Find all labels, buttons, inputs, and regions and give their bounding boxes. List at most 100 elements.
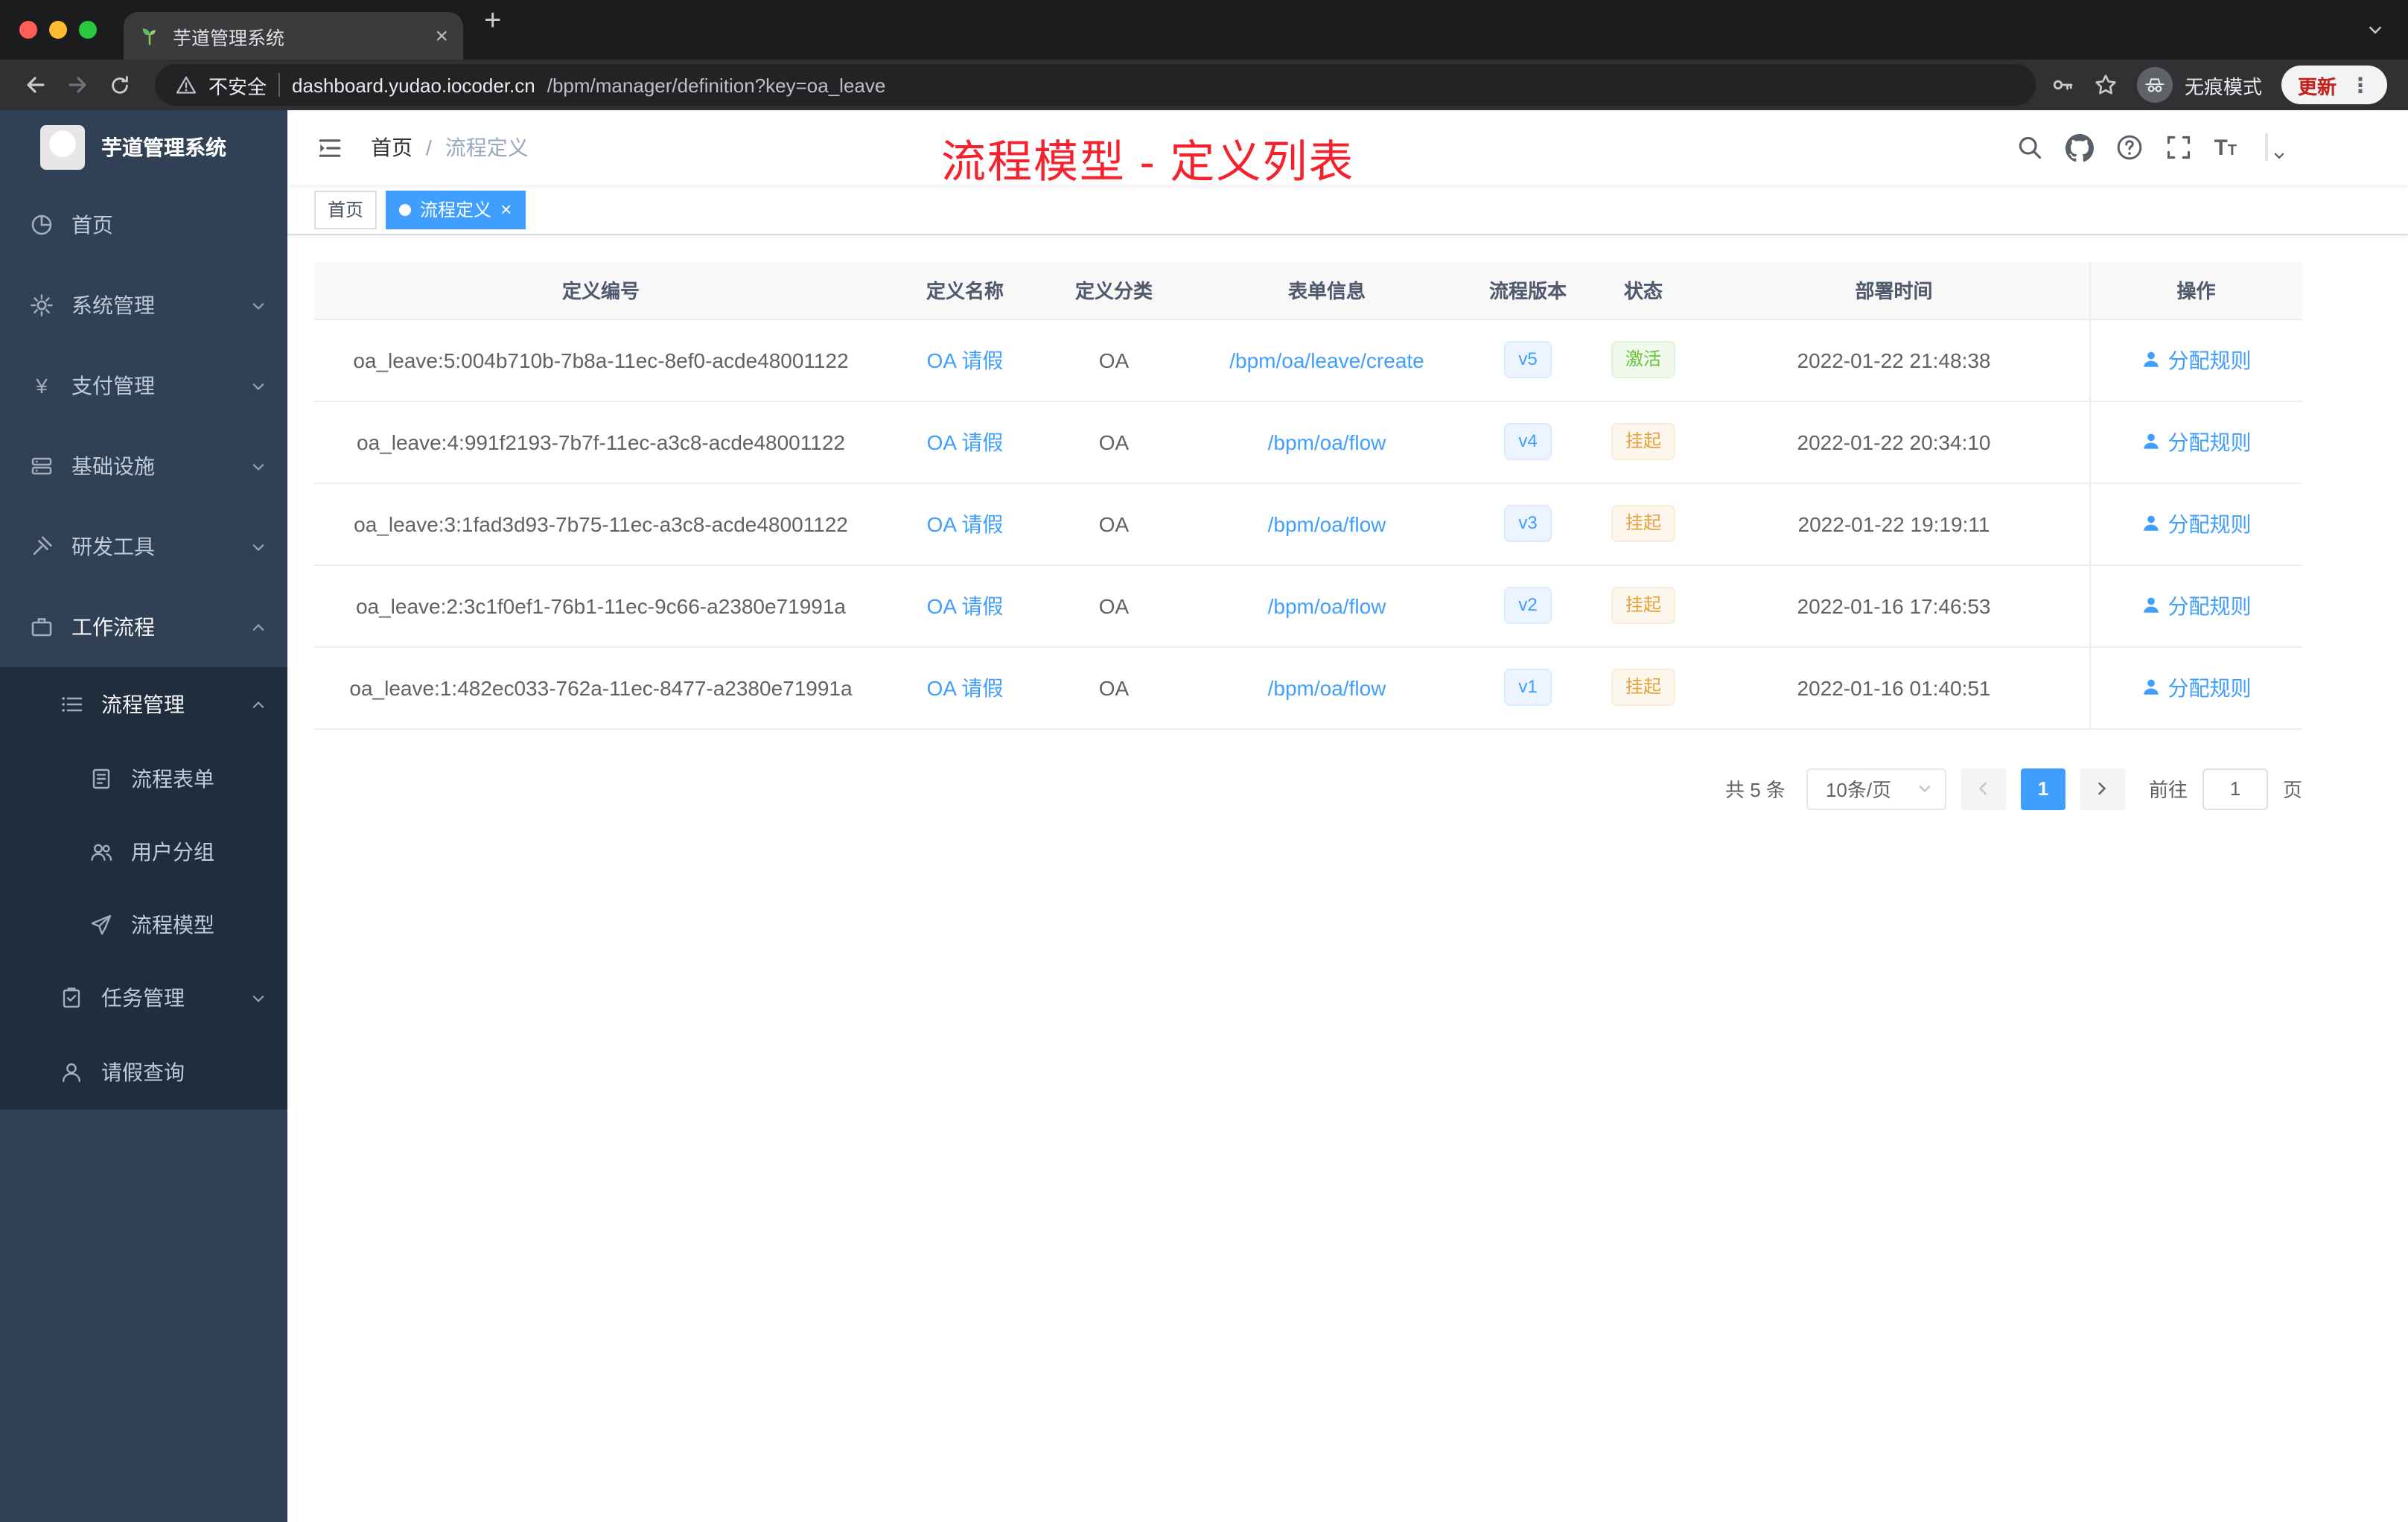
back-button[interactable] [15, 64, 57, 106]
font-small-glyph: T [2227, 142, 2237, 159]
version-badge: v3 [1503, 505, 1552, 542]
sidebar-logo[interactable]: 芋道管理系统 [0, 110, 287, 185]
sidebar-item-task-management[interactable]: 任务管理 [0, 961, 287, 1035]
breadcrumb-current: 流程定义 [445, 136, 529, 159]
dashboard-icon [31, 214, 52, 235]
sidebar-toggle-button[interactable] [311, 129, 348, 166]
reload-button[interactable] [98, 64, 140, 106]
version-badge: v4 [1503, 423, 1552, 460]
form-link[interactable]: /bpm/oa/flow [1268, 512, 1386, 535]
sidebar-item-process-model[interactable]: 流程模型 [0, 888, 287, 961]
close-window-button[interactable] [19, 21, 37, 39]
current-page-button[interactable]: 1 [2020, 768, 2065, 809]
assign-rule-link[interactable]: 分配规则 [2141, 509, 2252, 538]
sidebar-item-process-management[interactable]: 流程管理 [0, 667, 287, 742]
sidebar-item-user-group[interactable]: 用户分组 [0, 815, 287, 888]
address-bar[interactable]: 不安全 dashboard.yudao.iocoder.cn /bpm/mana… [155, 64, 2036, 106]
sidebar-item-payment-management[interactable]: ¥ 支付管理 [0, 346, 287, 426]
version-badge: v2 [1503, 587, 1552, 624]
definition-id: oa_leave:1:482ec033-762a-11ec-8477-a2380… [314, 646, 888, 729]
sidebar-item-system-management[interactable]: 系统管理 [0, 265, 287, 346]
status-badge: 挂起 [1611, 423, 1675, 460]
main-area: 首页 / 流程定义 TT 首页 流程定义 × 定义编号 定义名称 定义分类 表单… [287, 110, 2408, 1522]
person-icon [2143, 679, 2159, 695]
toolbar-right: 无痕模式 更新 ⋮ [2051, 66, 2393, 104]
form-link[interactable]: /bpm/oa/flow [1268, 593, 1386, 617]
avatar-caret-icon [2272, 149, 2286, 162]
status-badge: 挂起 [1611, 587, 1675, 624]
breadcrumb-home[interactable]: 首页 [371, 133, 413, 162]
definition-name-link[interactable]: OA 请假 [927, 348, 1004, 372]
sidebar-item-dev-tools[interactable]: 研发工具 [0, 506, 287, 587]
address-separator [278, 73, 281, 97]
chevron-up-icon [250, 696, 267, 713]
tab-close-icon[interactable]: × [435, 25, 448, 47]
tag-process-definition[interactable]: 流程定义 × [386, 190, 526, 229]
tab-favicon-sprout-icon [142, 28, 156, 45]
prev-page-button[interactable] [1961, 768, 2006, 809]
definition-category: OA [1042, 564, 1185, 647]
column-header: 操作 [2089, 262, 2302, 319]
sidebar-item-process-form[interactable]: 流程表单 [0, 742, 287, 815]
tag-home[interactable]: 首页 [314, 190, 378, 229]
more-menu-icon[interactable]: ⋮ [2350, 74, 2371, 95]
chevron-down-icon [250, 297, 267, 313]
top-navbar: 首页 / 流程定义 TT [287, 110, 2408, 185]
new-tab-button[interactable]: + [484, 6, 501, 36]
sidebar-item-label: 流程管理 [101, 692, 185, 716]
goto-label: 前往 [2148, 779, 2188, 801]
column-header: 部署时间 [1699, 262, 2089, 319]
next-page-button[interactable] [2080, 768, 2125, 809]
github-icon[interactable] [2065, 133, 2094, 162]
column-header: 定义分类 [1042, 262, 1185, 319]
chevron-down-icon [1917, 780, 1933, 797]
sidebar-item-home[interactable]: 首页 [0, 185, 287, 265]
definition-table: 定义编号 定义名称 定义分类 表单信息 流程版本 状态 部署时间 操作 oa_l [314, 262, 2302, 729]
definition-name-link[interactable]: OA 请假 [927, 675, 1004, 699]
forward-button[interactable] [57, 64, 98, 106]
assign-rule-link[interactable]: 分配规则 [2141, 345, 2252, 375]
assign-rule-link[interactable]: 分配规则 [2141, 590, 2252, 620]
font-size-icon[interactable]: TT [2214, 136, 2237, 159]
page-size-select[interactable]: 10条/页 [1806, 768, 1946, 809]
font-large-glyph: T [2214, 135, 2228, 160]
sidebar-item-infrastructure[interactable]: 基础设施 [0, 426, 287, 506]
goto-page-input[interactable] [2202, 768, 2268, 809]
security-label: 不安全 [208, 75, 267, 98]
form-link[interactable]: /bpm/oa/leave/create [1229, 348, 1424, 372]
assign-rule-link[interactable]: 分配规则 [2141, 672, 2252, 702]
definition-name-link[interactable]: OA 请假 [927, 512, 1004, 535]
help-icon[interactable] [2115, 134, 2142, 161]
deploy-time: 2022-01-22 20:34:10 [1699, 401, 2089, 483]
sidebar-item-leave-query[interactable]: 请假查询 [0, 1035, 287, 1109]
zoom-window-button[interactable] [79, 21, 97, 39]
update-button[interactable]: 更新 ⋮ [2281, 66, 2387, 104]
window-controls [0, 21, 124, 60]
key-icon[interactable] [2051, 73, 2074, 97]
status-badge: 激活 [1611, 341, 1675, 378]
definition-id: oa_leave:2:3c1f0ef1-76b1-11ec-9c66-a2380… [314, 564, 888, 647]
definition-name-link[interactable]: OA 请假 [927, 430, 1004, 453]
sidebar-item-label: 工作流程 [71, 615, 155, 639]
navbar-actions: TT [2016, 133, 2384, 162]
minimize-window-button[interactable] [49, 21, 67, 39]
sidebar-menu: 首页 系统管理 ¥ 支付管理 基础设施 研发工具 工作流程 流程管理 流程表单 … [0, 185, 287, 1109]
browser-tab[interactable]: 芋道管理系统 × [124, 12, 463, 60]
tab-search-caret-icon[interactable] [2366, 21, 2384, 39]
search-icon[interactable] [2016, 134, 2042, 161]
sidebar-item-label: 基础设施 [71, 454, 155, 478]
logo-avatar [40, 125, 85, 170]
bookmark-star-icon[interactable] [2094, 73, 2118, 97]
fullscreen-icon[interactable] [2165, 134, 2191, 161]
tag-close-icon[interactable]: × [500, 200, 512, 219]
user-avatar[interactable] [2265, 133, 2284, 161]
form-link[interactable]: /bpm/oa/flow [1268, 430, 1386, 453]
tag-label: 首页 [328, 200, 364, 220]
assign-rule-link[interactable]: 分配规则 [2141, 427, 2252, 456]
form-link[interactable]: /bpm/oa/flow [1268, 675, 1386, 699]
sidebar-item-workflow[interactable]: 工作流程 [0, 587, 287, 667]
sidebar-item-label: 系统管理 [71, 293, 155, 317]
url-host: dashboard.yudao.iocoder.cn [292, 74, 535, 96]
definition-name-link[interactable]: OA 请假 [927, 593, 1004, 617]
sidebar-item-label: 任务管理 [101, 986, 185, 1010]
